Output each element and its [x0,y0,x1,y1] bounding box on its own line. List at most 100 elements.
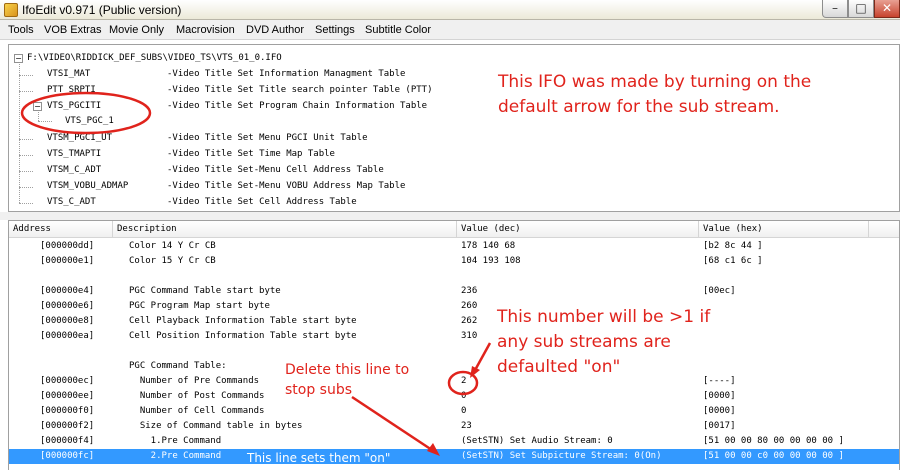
menu-subtitle-color[interactable]: Subtitle Color [365,24,431,36]
tree-connector [19,171,33,172]
cell-description: Number of Pre Commands [129,376,260,386]
table-row[interactable]: [000000f2] Size of Command table in byte… [9,419,899,434]
annotation-number-note-line-1: This number will be >1 if [497,307,711,327]
table-row[interactable]: [000000e6] PGC Program Map start byte 260 [9,299,899,314]
tree-connector [19,187,33,188]
table-row[interactable] [9,269,899,284]
table-row[interactable]: [000000e1] Color 15 Y Cr CB 104 193 108 [68… [9,254,899,269]
cell-address: [000000ee] [40,391,95,401]
table-row[interactable]: [000000ec] Number of Pre Commands 2 [----] [9,374,899,389]
app-icon [4,3,18,17]
close-button[interactable]: ✕ [874,0,900,18]
cell-description: 2.Pre Command [129,451,222,461]
minimize-button[interactable]: – [822,0,848,18]
annotation-sets-on-note: This line sets them "on" [247,451,391,465]
cell-value-hex: [51 00 00 c0 00 00 00 00 ] [703,451,844,461]
cell-value-dec: 262 [461,316,478,326]
cell-value-dec: 236 [461,286,478,296]
cell-value-dec: 0 [461,391,467,401]
column-header-value-dec[interactable]: Value (dec) [457,221,699,238]
cell-value-hex: [0000] [703,391,736,401]
tree-connector [19,155,33,156]
tree-item-vts-tmapti[interactable]: VTS_TMAPTI [47,149,101,159]
cell-value-hex: [----] [703,376,736,386]
cell-address: [000000f2] [40,421,95,431]
tree-item-vts-pgciti[interactable]: VTS_PGCITI [47,101,101,111]
table-row[interactable]: [000000ea] Cell Position Information Tabl… [9,329,899,344]
tree-connector [19,91,33,92]
menu-tools[interactable]: Tools [8,24,34,36]
tree-item-vts-c-adt[interactable]: VTS_C_ADT [47,197,96,207]
pgc-detail-list[interactable]: Address Description Value (dec) Value (h… [8,220,900,470]
tree-item-vts-pgc-1[interactable]: VTS_PGC_1 [65,116,114,126]
column-header-address[interactable]: Address [9,221,113,238]
cell-value-dec: 23 [461,421,472,431]
tree-item-vtsi-mat[interactable]: VTSI_MAT [47,69,90,79]
table-row[interactable]: [000000f4] 1.Pre Command (SetSTN) Set Aud… [9,434,899,449]
cell-address: [000000e1] [40,256,95,266]
cell-description: Cell Playback Information Table start by… [129,316,357,326]
cell-description: PGC Command Table: [129,361,227,371]
table-row[interactable] [9,344,899,359]
tree-node-collapse-icon[interactable]: − [33,102,42,111]
tree-connector [19,75,33,76]
tree-root-collapse-icon[interactable]: − [14,54,23,63]
tree-connector [19,203,33,204]
table-row[interactable]: [000000e8] Cell Playback Information Tabl… [9,314,899,329]
annotation-number-note-line-3: defaulted "on" [497,357,621,377]
tree-item-desc: -Video Title Set Menu PGCI Unit Table [167,133,368,143]
cell-description: Color 15 Y Cr CB [129,256,216,266]
tree-guide-line [38,112,39,121]
menu-dvd-author[interactable]: DVD Author [246,24,304,36]
annotation-ifo-note-line-2: default arrow for the sub stream. [498,97,780,117]
cell-value-hex: [0017] [703,421,736,431]
cell-address: [000000fc] [40,451,95,461]
cell-description: 1.Pre Command [129,436,222,446]
tree-item-desc: -Video Title Set-Menu VOBU Address Map T… [167,181,406,191]
table-row[interactable]: PGC Command Table: [9,359,899,374]
title-bar: IfoEdit v0.971 (Public version) – □ ✕ [0,0,900,20]
cell-description: Number of Post Commands [129,391,265,401]
cell-value-dec: 178 140 68 [461,241,516,251]
column-header-value-hex[interactable]: Value (hex) [699,221,869,238]
cell-value-dec: 2 [461,376,467,386]
cell-description: Number of Cell Commands [129,406,265,416]
cell-description: Size of Command table in bytes [129,421,303,431]
cell-address: [000000f0] [40,406,95,416]
cell-value-dec: 0 [461,406,467,416]
cell-address: [000000e4] [40,286,95,296]
pane-splitter[interactable] [0,212,900,220]
annotation-delete-note-line-1: Delete this line to [285,362,410,378]
cell-value-hex: [51 00 00 80 00 00 00 00 ] [703,436,844,446]
table-row[interactable]: [000000e4] PGC Command Table start byte 23… [9,284,899,299]
tree-item-vtsm-vobu-admap[interactable]: VTSM_VOBU_ADMAP [47,181,128,191]
table-row[interactable]: [000000ee] Number of Post Commands 0 [0000… [9,389,899,404]
menu-settings[interactable]: Settings [315,24,355,36]
ifo-tree-view[interactable]: − F:\VIDEO\RIDDICK_DEF_SUBS\VIDEO_TS\VTS… [8,44,900,212]
tree-item-vtsm-c-adt[interactable]: VTSM_C_ADT [47,165,101,175]
annotation-ifo-note-line-1: This IFO was made by turning on the [498,72,812,92]
tree-item-desc: -Video Title Set-Menu Cell Address Table [167,165,384,175]
tree-guide-line [19,64,20,203]
cell-address: [000000e8] [40,316,95,326]
menu-vob-extras[interactable]: VOB Extras [44,24,101,36]
tree-item-vtsm-pgci-ut[interactable]: VTSM_PGCI_UT [47,133,112,143]
tree-item-ptt-srpti[interactable]: PTT_SRPTI [47,85,96,95]
cell-value-hex: [b2 8c 44 ] [703,241,763,251]
table-row[interactable]: [000000dd] Color 14 Y Cr CB 178 140 68 [b2 … [9,239,899,254]
tree-item-desc: -Video Title Set Cell Address Table [167,197,357,207]
cell-description: PGC Command Table start byte [129,286,281,296]
cell-address: [000000ea] [40,331,95,341]
tree-connector [19,139,33,140]
tree-root-path[interactable]: F:\VIDEO\RIDDICK_DEF_SUBS\VIDEO_TS\VTS_0… [27,53,282,63]
maximize-button[interactable]: □ [848,0,874,18]
cell-description: PGC Program Map start byte [129,301,270,311]
menu-bar: Tools VOB Extras Movie Only Macrovision … [0,20,900,40]
tree-connector [38,121,52,122]
menu-movie-only[interactable]: Movie Only [109,24,164,36]
table-row[interactable]: [000000f0] Number of Cell Commands 0 [0000… [9,404,899,419]
cell-value-dec: 104 193 108 [461,256,521,266]
table-row[interactable]: [000000fc] 2.Pre Command (SetSTN) Set Sub… [9,449,899,464]
column-header-description[interactable]: Description [113,221,457,238]
menu-macrovision[interactable]: Macrovision [176,24,235,36]
